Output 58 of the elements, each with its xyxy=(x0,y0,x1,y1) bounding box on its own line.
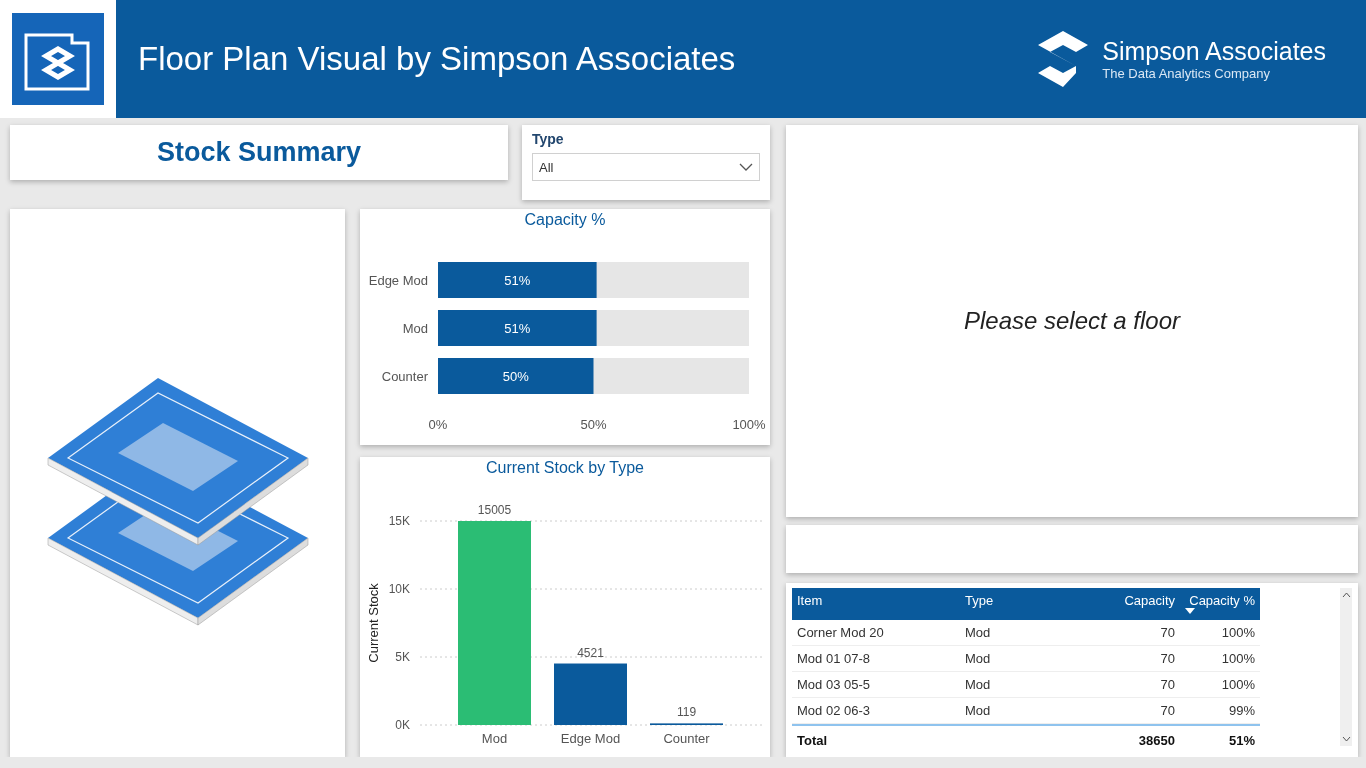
table-cell: 99% xyxy=(1180,698,1260,724)
data-label: 50% xyxy=(502,369,529,384)
axis-tick: 0K xyxy=(395,718,410,732)
table-cell: 70 xyxy=(1115,672,1180,698)
floor-plan-logo-icon xyxy=(12,13,104,105)
chart-title: Current Stock by Type xyxy=(485,458,645,478)
sort-down-icon xyxy=(1185,608,1195,614)
data-label: 51% xyxy=(504,321,531,336)
table-cell: Mod xyxy=(960,672,1115,698)
table-cell: Mod 02 06-3 xyxy=(792,698,960,724)
table-cell: 100% xyxy=(1180,620,1260,646)
table-cell: Mod 01 07-8 xyxy=(792,646,960,672)
axis-label: Edge Mod xyxy=(560,731,621,746)
axis-title: Current Stock xyxy=(366,583,381,663)
empty-message: Please select a floor xyxy=(963,307,1181,335)
scroll-up-icon[interactable] xyxy=(1341,592,1351,598)
summary-title: Stock Summary xyxy=(156,137,362,168)
total-cell: 51% xyxy=(1180,724,1260,754)
table-cell: 100% xyxy=(1180,646,1260,672)
axis-label: Counter xyxy=(663,731,710,746)
scrollbar[interactable] xyxy=(1340,588,1352,746)
table-cell: 70 xyxy=(1115,698,1180,724)
axis-tick: 100% xyxy=(732,417,766,432)
page-title: Floor Plan Visual by Simpson Associates xyxy=(138,40,736,78)
column-header[interactable]: Type xyxy=(960,588,1115,620)
axis-tick: 50% xyxy=(580,417,607,432)
scroll-down-icon[interactable] xyxy=(1341,736,1351,742)
axis-label: Mod xyxy=(481,731,508,746)
axis-tick: 5K xyxy=(395,650,410,664)
filter-label: Type xyxy=(532,131,565,147)
chevron-down-icon xyxy=(739,163,753,171)
table-cell: Mod xyxy=(960,698,1115,724)
brand-name: Simpson Associates xyxy=(1102,37,1326,66)
column-header[interactable]: Capacity % xyxy=(1180,588,1260,620)
data-label: 15005 xyxy=(477,503,512,517)
total-cell: Total xyxy=(792,724,960,754)
data-label: 51% xyxy=(504,273,531,288)
brand-tagline: The Data Analytics Company xyxy=(1102,66,1271,81)
axis-label: Counter xyxy=(381,369,428,384)
table-cell: 70 xyxy=(1115,620,1180,646)
total-cell: 38650 xyxy=(1115,724,1180,754)
table-cell: 70 xyxy=(1115,646,1180,672)
axis-tick: 15K xyxy=(388,514,410,528)
axis-label: Mod xyxy=(402,321,428,336)
data-label: 4521 xyxy=(577,645,604,660)
column-header[interactable]: Item xyxy=(792,588,960,620)
axis-tick: 10K xyxy=(388,582,410,596)
table-cell: Mod xyxy=(960,646,1115,672)
table-cell: 100% xyxy=(1180,672,1260,698)
table-cell: Mod 03 05-5 xyxy=(792,672,960,698)
data-label: 119 xyxy=(676,705,697,720)
axis-tick: 0% xyxy=(428,417,448,432)
chart-title: Capacity % xyxy=(523,210,607,230)
type-dropdown[interactable]: All xyxy=(532,153,760,181)
column-header[interactable]: Capacity xyxy=(1115,588,1180,620)
table-cell: Corner Mod 20 xyxy=(792,620,960,646)
axis-label: Edge Mod xyxy=(368,273,428,288)
table-cell: Mod xyxy=(960,620,1115,646)
